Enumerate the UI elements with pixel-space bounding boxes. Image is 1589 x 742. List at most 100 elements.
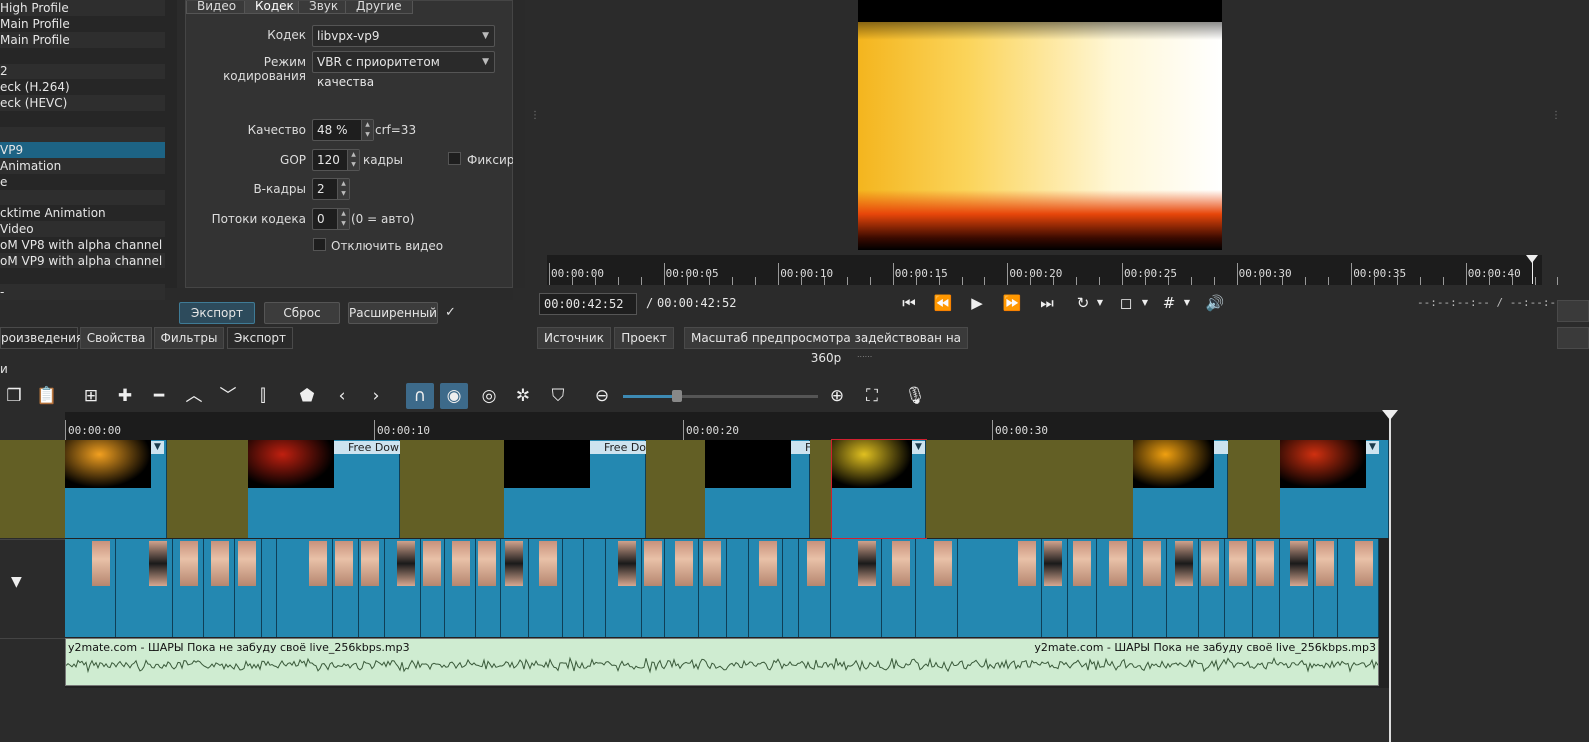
chevron-down-icon[interactable]: ▼	[1094, 291, 1106, 315]
fixed-gop-checkbox[interactable]	[448, 152, 461, 165]
video-clip[interactable]	[116, 539, 173, 637]
video-clip[interactable]	[783, 539, 799, 637]
tab-playlist[interactable]: роизведения	[0, 327, 83, 349]
preset-list-item[interactable]: eck (HEVC)	[0, 95, 165, 111]
video-clip[interactable]: ▼F	[705, 440, 810, 538]
video-clip[interactable]	[262, 539, 277, 637]
video-clip[interactable]	[727, 539, 749, 637]
spin-arrows-icon[interactable]: ▲ ▼	[361, 120, 373, 140]
reset-button[interactable]: Сброс	[264, 302, 340, 324]
preset-list-item[interactable]: -	[0, 284, 165, 300]
right-panel-tab-edge[interactable]	[1557, 327, 1589, 349]
preset-list-item[interactable]	[0, 48, 165, 64]
video-clip[interactable]	[1042, 539, 1068, 637]
video-clip[interactable]	[799, 539, 831, 637]
video-clip[interactable]	[1068, 539, 1097, 637]
video-clip[interactable]	[359, 539, 385, 637]
video-clip[interactable]	[1253, 539, 1280, 637]
lift-icon[interactable]: ︿	[180, 383, 208, 409]
splitter-handle[interactable]: ......	[857, 350, 872, 359]
track-header-v1[interactable]	[0, 539, 65, 637]
timeline-playhead[interactable]	[1389, 412, 1391, 742]
video-clip[interactable]	[831, 539, 882, 637]
tab-export[interactable]: Экспорт	[227, 327, 293, 349]
play-icon[interactable]: ▶	[964, 291, 990, 315]
tab-video[interactable]: Видео	[186, 0, 248, 14]
video-clip[interactable]	[1097, 539, 1133, 637]
tab-source[interactable]: Источник	[537, 327, 611, 349]
preset-list-item[interactable]: 2	[0, 63, 165, 79]
paste-icon[interactable]: 📋	[33, 383, 61, 409]
preset-list-item[interactable]	[0, 111, 165, 127]
codec-select[interactable]: libvpx-vp9 ▼	[312, 25, 495, 47]
video-clip[interactable]: ▼	[1280, 440, 1389, 538]
video-clip[interactable]	[529, 539, 563, 637]
zoom-to-fit-icon[interactable]: ⛶	[858, 383, 886, 409]
preset-list-item[interactable]: oM VP8 with alpha channel	[0, 237, 165, 253]
preset-list-item[interactable]: High Profile	[0, 0, 165, 16]
preset-scrollbar[interactable]	[165, 0, 177, 300]
video-clip[interactable]	[65, 539, 116, 637]
player-time-ruler[interactable]: 00:00:00 00:00:05 00:00:10 00:00:15 00:00:20…	[547, 255, 1559, 285]
video-clip[interactable]	[1199, 539, 1225, 637]
preset-list-item[interactable]: Main Profile	[0, 32, 165, 48]
video-clip[interactable]	[235, 539, 262, 637]
video-clip[interactable]	[699, 539, 727, 637]
video-clip[interactable]	[749, 539, 783, 637]
loop-icon[interactable]: ↻	[1070, 291, 1096, 315]
preset-list-item[interactable]: Main Profile	[0, 16, 165, 32]
tab-other[interactable]: Другие	[345, 0, 413, 14]
preset-list-item[interactable]	[0, 190, 165, 206]
video-clip[interactable]	[642, 539, 665, 637]
preset-list-item[interactable]	[0, 127, 165, 143]
spin-arrows-icon[interactable]: ▲ ▼	[337, 209, 349, 229]
overwrite-icon[interactable]: ﹀	[214, 383, 242, 409]
ripple-markers-icon[interactable]: ⛉	[544, 383, 572, 409]
playhead-marker-icon[interactable]	[1382, 410, 1398, 420]
rewind-icon[interactable]: ⏪	[930, 291, 956, 315]
audio-clip[interactable]: y2mate.com - ШАРЫ Пока не забуду своё li…	[65, 638, 1379, 686]
mode-select[interactable]: VBR с приоритетом качества ▼	[312, 51, 495, 89]
scrub-icon[interactable]: ◉	[440, 383, 468, 409]
copy-icon[interactable]: ❐	[0, 383, 28, 409]
track-header-v2[interactable]	[0, 440, 65, 538]
preset-list-item[interactable]: e	[0, 174, 165, 190]
track-gap[interactable]	[646, 440, 705, 538]
video-clip[interactable]	[1280, 539, 1314, 637]
settings-horizontal-scrollbar[interactable]	[165, 288, 513, 300]
video-clip[interactable]	[1338, 539, 1379, 637]
snap-icon[interactable]: ∩	[406, 383, 434, 409]
advanced-button[interactable]: Расширенный	[348, 302, 438, 324]
previous-marker-icon[interactable]: ‹	[328, 383, 356, 409]
video-clip[interactable]	[173, 539, 204, 637]
next-marker-icon[interactable]: ›	[362, 383, 390, 409]
video-clip[interactable]: ▼Free Do	[504, 440, 646, 538]
track-gap[interactable]	[926, 440, 1133, 538]
append-icon[interactable]: ⊞	[77, 383, 105, 409]
tab-filters[interactable]: Фильтры	[154, 327, 224, 349]
video-clip[interactable]: ▼Free Down	[248, 440, 400, 538]
splitter-handle-icon[interactable]: ⋮	[1551, 110, 1561, 121]
preset-list-item[interactable]	[0, 268, 165, 284]
timeline-ruler[interactable]: 00:00:00 00:00:10 00:00:20 00:00:30	[65, 412, 1390, 440]
export-button[interactable]: Экспорт	[179, 302, 255, 324]
quality-spinbox[interactable]: 48 % ▲ ▼	[312, 119, 374, 141]
settings-vertical-scrollbar[interactable]	[513, 0, 525, 288]
tab-properties[interactable]: Свойства	[80, 327, 152, 349]
preset-list-item[interactable]: cktime Animation	[0, 205, 165, 221]
video-clip[interactable]	[476, 539, 501, 637]
preset-list-item[interactable]: Video	[0, 221, 165, 237]
chevron-down-icon[interactable]: ▼	[1139, 291, 1151, 315]
volume-icon[interactable]: 🔊	[1202, 291, 1228, 315]
video-clip[interactable]	[204, 539, 235, 637]
video-clip[interactable]	[1314, 539, 1338, 637]
preset-list-item[interactable]: Animation	[0, 158, 165, 174]
video-clip[interactable]	[445, 539, 476, 637]
add-icon[interactable]: ✚	[111, 383, 139, 409]
preset-list-item[interactable]: oM VP9 with alpha channel	[0, 253, 165, 269]
zoom-fit-icon[interactable]: ◻	[1113, 291, 1139, 315]
zoom-in-icon[interactable]: ⊕	[823, 383, 851, 409]
video-clip[interactable]	[385, 539, 421, 637]
video-preview[interactable]	[858, 0, 1222, 250]
video-clip[interactable]	[563, 539, 584, 637]
